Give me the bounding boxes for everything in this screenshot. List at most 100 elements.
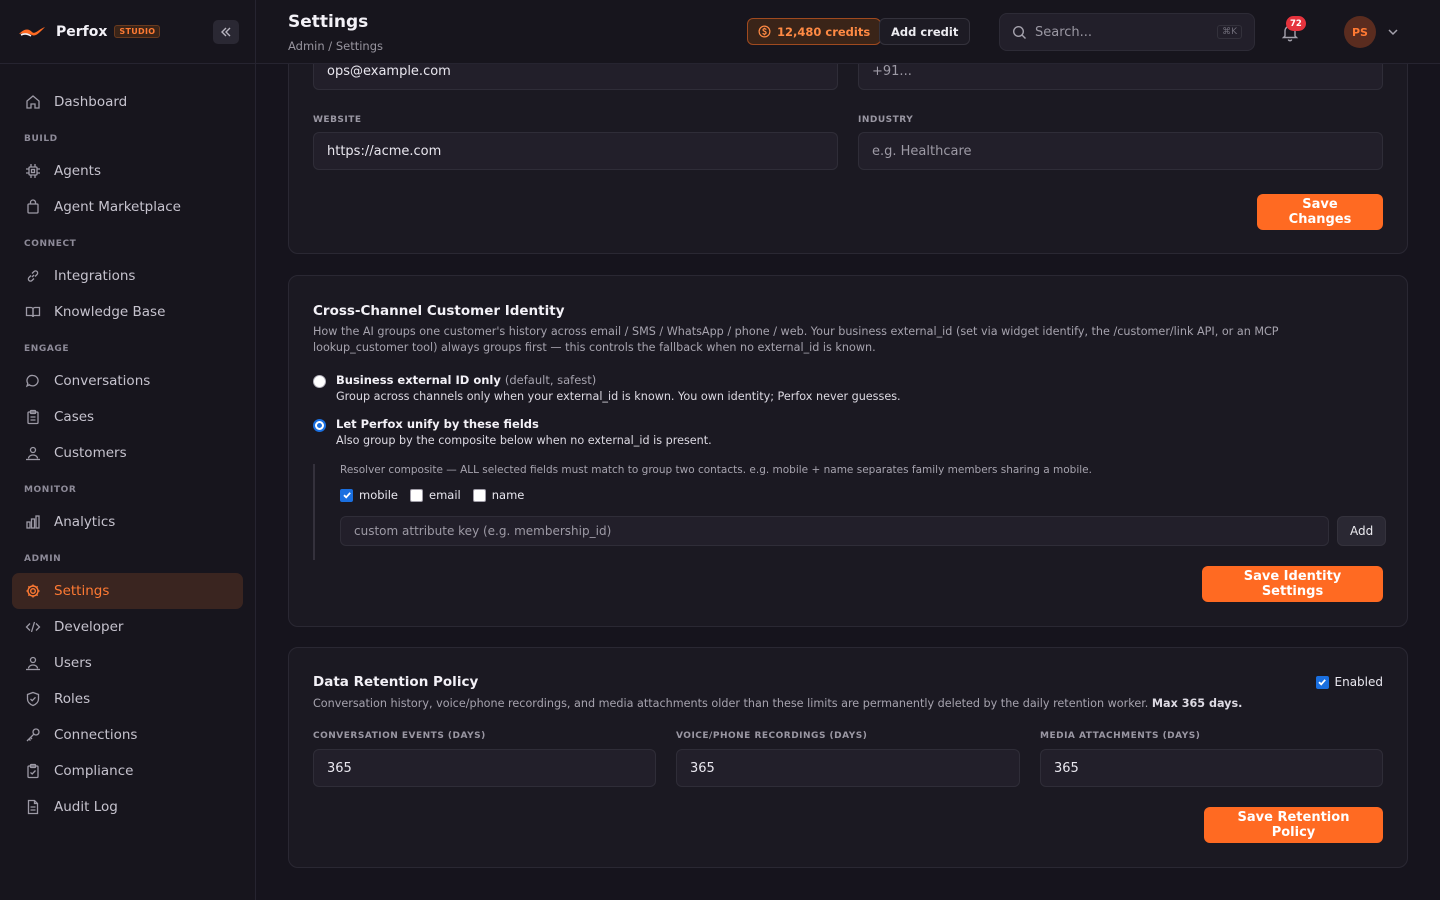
identity-title: Cross-Channel Customer Identity (313, 303, 565, 319)
top-bar: Settings Admin / Settings 12,480 credits… (256, 0, 1440, 64)
option-unify-desc: Also group by the composite below when n… (336, 434, 712, 447)
website-label: WEBSITE (313, 115, 362, 125)
conversation-events-label: CONVERSATION EVENTS (DAYS) (313, 731, 486, 741)
sidebar-item-agents[interactable]: Agents (12, 153, 243, 189)
check-icon (1318, 679, 1326, 686)
checkbox-enabled[interactable] (1315, 675, 1329, 689)
identity-description-line1: How the AI groups one customer's history… (313, 325, 1279, 338)
save-identity-settings-button[interactable]: Save Identity Settings (1202, 566, 1383, 602)
checkbox-mobile[interactable] (340, 488, 353, 502)
check-icon (342, 492, 351, 499)
checkbox-email[interactable] (410, 488, 424, 502)
search-shortcut: ⌘K (1217, 25, 1242, 39)
brand-name: Perfox (56, 23, 108, 40)
breadcrumb: Admin / Settings (288, 39, 384, 53)
sidebar-item-integrations[interactable]: Integrations (12, 258, 243, 294)
media-attachments-days-input[interactable] (1040, 749, 1383, 787)
option-external-id[interactable]: Business external ID only (default, safe… (313, 373, 901, 403)
search-box[interactable]: ⌘K (999, 13, 1255, 51)
sidebar-item-label: Cases (54, 409, 95, 425)
industry-field[interactable] (858, 132, 1383, 170)
settings-content: WEBSITE INDUSTRY Save Changes Cross-Chan… (256, 64, 1440, 900)
clipboard-icon (24, 408, 42, 426)
credits-badge[interactable]: 12,480 credits (747, 18, 882, 45)
book-open-icon (24, 303, 42, 321)
sidebar-item-developer[interactable]: Developer (12, 609, 243, 645)
website-field[interactable] (313, 132, 838, 170)
avatar[interactable]: PS (1344, 16, 1376, 48)
add-credit-button[interactable]: Add credit (879, 18, 971, 45)
sidebar-item-compliance[interactable]: Compliance (12, 753, 243, 789)
resolver-panel: Resolver composite — ALL selected fields… (313, 464, 1387, 560)
custom-attribute-input[interactable] (340, 516, 1329, 546)
sidebar-item-label: Developer (54, 619, 124, 635)
cpu-icon (24, 162, 42, 180)
sidebar-item-roles[interactable]: Roles (12, 681, 243, 717)
phone-field[interactable] (858, 64, 1383, 90)
gear-icon (24, 582, 42, 600)
option-unify-fields[interactable]: Let Perfox unify by these fields Also gr… (313, 417, 712, 447)
sidebar-item-dashboard[interactable]: Dashboard (12, 84, 243, 120)
sidebar-item-label: Customers (54, 445, 127, 461)
brand-badge: STUDIO (114, 25, 161, 38)
search-input[interactable] (1035, 24, 1218, 40)
email-field[interactable] (313, 64, 838, 90)
key-icon (24, 726, 42, 744)
clipboard-check-icon (24, 762, 42, 780)
sidebar-item-agent-marketplace[interactable]: Agent Marketplace (12, 189, 243, 225)
coin-icon (758, 25, 771, 38)
profile-card: WEBSITE INDUSTRY Save Changes (288, 64, 1408, 254)
sidebar-item-customers[interactable]: Customers (12, 435, 243, 471)
checkbox-name-label: name (491, 488, 525, 502)
sidebar-item-knowledge-base[interactable]: Knowledge Base (12, 294, 243, 330)
identity-description-line2: lookup_customer tool) always groups firs… (313, 341, 876, 354)
radio-unify-fields[interactable] (313, 419, 326, 432)
nav-section-connect: CONNECT (24, 239, 77, 249)
sidebar-item-conversations[interactable]: Conversations (12, 363, 243, 399)
page-title: Settings (288, 12, 369, 32)
option-unify-title: Let Perfox unify by these fields (336, 417, 539, 431)
sidebar-item-audit-log[interactable]: Audit Log (12, 789, 243, 825)
industry-label: INDUSTRY (858, 115, 914, 125)
link-icon (24, 267, 42, 285)
sidebar-item-label: Compliance (54, 763, 134, 779)
sidebar-nav: Dashboard BUILD Agents Agent Marketplace… (0, 64, 255, 825)
nav-section-engage: ENGAGE (24, 344, 70, 354)
resolver-description: Resolver composite — ALL selected fields… (340, 464, 1092, 476)
users-icon (24, 654, 42, 672)
sidebar-item-analytics[interactable]: Analytics (12, 504, 243, 540)
voice-recordings-days-input[interactable] (676, 749, 1020, 787)
collapse-sidebar-button[interactable] (213, 20, 239, 44)
perfox-logo-icon (19, 26, 45, 37)
add-attribute-button[interactable]: Add (1337, 516, 1387, 546)
brand: Perfox STUDIO (0, 0, 255, 64)
radio-external-id[interactable] (313, 375, 326, 388)
notification-badge: 72 (1286, 16, 1306, 31)
option-external-id-hint: (default, safest) (504, 373, 597, 387)
sidebar-item-label: Agents (54, 163, 101, 179)
sidebar-item-label: Connections (54, 727, 138, 743)
sidebar-item-settings[interactable]: Settings (12, 573, 243, 609)
checkbox-name[interactable] (472, 488, 486, 502)
users-icon (24, 444, 42, 462)
save-retention-policy-button[interactable]: Save Retention Policy (1204, 807, 1383, 843)
home-icon (24, 93, 42, 111)
option-external-id-desc: Group across channels only when your ext… (336, 390, 901, 403)
sidebar-item-connections[interactable]: Connections (12, 717, 243, 753)
sidebar-item-users[interactable]: Users (12, 645, 243, 681)
sidebar-item-cases[interactable]: Cases (12, 399, 243, 435)
retention-enabled-toggle[interactable]: Enabled (1315, 675, 1383, 689)
retention-description-text: Conversation history, voice/phone record… (313, 697, 1149, 710)
retention-max-days: Max 365 days. (1151, 697, 1243, 710)
shield-icon (24, 690, 42, 708)
bar-chart-icon (24, 513, 42, 531)
voice-recordings-label: VOICE/PHONE RECORDINGS (DAYS) (676, 731, 868, 741)
chevron-down-icon[interactable] (1386, 25, 1400, 39)
nav-section-build: BUILD (24, 134, 58, 144)
retention-card: Data Retention Policy Enabled Conversati… (288, 647, 1408, 868)
conversation-events-days-input[interactable] (313, 749, 656, 787)
sidebar-item-label: Audit Log (54, 799, 118, 815)
identity-card: Cross-Channel Customer Identity How the … (288, 275, 1408, 627)
sidebar-item-label: Conversations (54, 373, 151, 389)
save-changes-button[interactable]: Save Changes (1257, 194, 1383, 230)
